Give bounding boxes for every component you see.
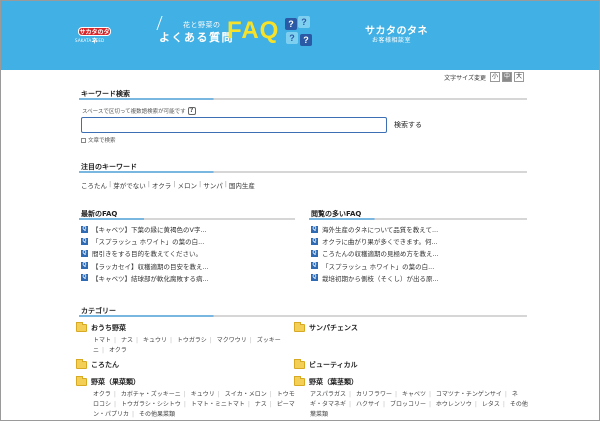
help-icon[interactable]: ? (187, 107, 196, 115)
category-yokei[interactable]: 野菜（葉茎類） (294, 376, 358, 387)
font-size-switcher: 文字サイズ変更 小 中 大 (444, 72, 524, 82)
category-item-link[interactable]: ホウレンソウ (436, 401, 472, 408)
faq-item[interactable]: Q 「スプラッシュ ホワイト」の葉の白... (81, 235, 209, 247)
faq-q-icon: Q (311, 249, 318, 257)
keyword-link[interactable]: サンパ (203, 180, 223, 190)
section-divider (79, 98, 527, 100)
faq-item[interactable]: Q 「スプラッシュ ホワイト」の葉の白... (311, 260, 439, 272)
faq-q-icon: Q (81, 274, 88, 282)
category-beautical[interactable]: ビューティカル (294, 359, 358, 370)
page-frame: サカタのタネ SAKATA SEED 花と野菜の よくある質問 FAQ ? ? … (0, 0, 600, 421)
faq-q-icon: Q (311, 237, 318, 245)
faq-q-icon: Q (81, 262, 88, 270)
category-item-link[interactable]: カリフラワー (356, 391, 392, 398)
faq-q-icon: Q (311, 262, 318, 270)
search-button[interactable]: 検索する (394, 120, 422, 130)
header-faq-title: FAQ (227, 17, 280, 44)
category-item-link[interactable]: キュウリ (143, 337, 167, 344)
keyword-link[interactable]: メロン (177, 180, 197, 190)
sentence-search-option[interactable]: 文章で検索 (81, 136, 116, 144)
category-item-link[interactable]: オクラ (93, 391, 111, 398)
latest-faq-list: Q 【キャベツ】下葉の縁に黄褐色のV字... Q 「スプラッシュ ホワイト」の葉の白… (81, 223, 209, 284)
faq-item[interactable]: Q 【ラッカセイ】収穫適期の目安を教え... (81, 260, 209, 272)
question-mark-icon: ? (300, 34, 312, 46)
question-mark-icon: ? (286, 32, 298, 44)
category-item-link[interactable]: キャベツ (402, 391, 426, 398)
keyword-search-input[interactable] (81, 117, 387, 133)
category-item-link[interactable]: ハクサイ (356, 401, 380, 408)
faq-item[interactable]: Q 海外生産のタネについて品質を教えて... (311, 223, 439, 235)
font-size-medium-button[interactable]: 中 (502, 72, 512, 82)
site-header: サカタのタネ SAKATA SEED 花と野菜の よくある質問 FAQ ? ? … (1, 1, 599, 70)
keyword-link[interactable]: 芽がでない (113, 180, 146, 190)
faq-q-icon: Q (81, 225, 88, 233)
faq-item[interactable]: Q 【キャベツ】結球部が軟化腐敗する病... (81, 272, 209, 284)
section-divider (79, 218, 295, 220)
category-item-link[interactable]: レタス (482, 401, 500, 408)
faq-item[interactable]: Q オクラに曲がり果が多くできます。何... (311, 235, 439, 247)
category-item-link[interactable]: コマツナ・チンゲンサイ (436, 391, 502, 398)
category-ouchi-yasai[interactable]: おうち野菜 (76, 322, 126, 333)
category-items: オクラ | カボチャ・ズッキーニ | キュウリ | スイカ・メロン | トウモロコシ | … (93, 391, 295, 418)
category-items: トマト | ナス | キュウリ | トウガラシ | マクワウリ | ズッキーニ | オクラ (93, 337, 281, 354)
category-korotan[interactable]: ころたん (76, 359, 119, 370)
brand-subtitle: お客様相談室 (372, 37, 412, 44)
category-item-link[interactable]: トマト (93, 337, 111, 344)
category-item-link[interactable]: カボチャ・ズッキーニ (121, 391, 181, 398)
search-hint: スペースで区切って複数語検索が可能です ? (82, 107, 196, 115)
faq-item[interactable]: Q 栽培初期から側枝（そくし）が出る原... (311, 272, 439, 284)
header-main-title: よくある質問 (159, 31, 234, 44)
category-item-link[interactable]: ブロッコリー (390, 401, 426, 408)
keyword-link[interactable]: オクラ (152, 180, 171, 190)
category-item-link[interactable]: トマト・ミニトマト (191, 401, 245, 408)
folder-icon (76, 322, 87, 332)
folder-icon (294, 359, 305, 369)
sentence-search-checkbox[interactable] (81, 137, 86, 143)
faq-q-icon: Q (81, 237, 88, 245)
folder-icon (294, 376, 305, 386)
faq-item[interactable]: Q ころたんの収穫適期の見極め方を教え... (311, 247, 439, 259)
faq-q-icon: Q (311, 274, 318, 282)
sakata-logo[interactable]: サカタのタネ (78, 27, 111, 45)
category-sunpatiens[interactable]: サンパチェンス (294, 322, 358, 333)
popular-faq-list: Q 海外生産のタネについて品質を教えて... Q オクラに曲がり果が多くできます。何… (311, 223, 439, 284)
category-item-link[interactable]: キュウリ (191, 391, 215, 398)
category-item-link[interactable]: ナス (121, 337, 133, 344)
question-mark-icon: ? (298, 16, 310, 28)
font-size-large-button[interactable]: 大 (514, 72, 524, 82)
faq-q-icon: Q (311, 225, 318, 233)
faq-q-icon: Q (81, 249, 88, 257)
category-items: アスパラガス | カリフラワー | キャベツ | コマツナ・チンゲンサイ | ネギ・タマ… (310, 391, 528, 418)
faq-item[interactable]: Q 【キャベツ】下葉の縁に黄褐色のV字... (81, 223, 209, 235)
category-item-link[interactable]: アスパラガス (310, 391, 346, 398)
keyword-link[interactable]: ころたん (81, 180, 107, 190)
font-size-small-button[interactable]: 小 (490, 72, 500, 82)
search-hint-text: スペースで区切って複数語検索が可能です (82, 109, 186, 115)
category-item-link[interactable]: その他果菜類 (139, 411, 175, 418)
category-item-link[interactable]: トウガラシ (177, 337, 207, 344)
keyword-link[interactable]: 国内生産 (229, 180, 255, 190)
font-size-label: 文字サイズ変更 (444, 74, 486, 82)
section-divider (309, 218, 527, 220)
folder-icon (76, 376, 87, 386)
section-divider (79, 315, 527, 317)
category-item-link[interactable]: オクラ (109, 347, 127, 354)
section-divider (79, 171, 527, 173)
category-kasai[interactable]: 野菜（果菜類） (76, 376, 140, 387)
featured-keywords: ころたん | 芽がでない | オクラ | メロン | サンパ | 国内生産 (81, 180, 255, 190)
sentence-search-label: 文章で検索 (88, 138, 116, 144)
category-item-link[interactable]: スイカ・メロン (225, 391, 267, 398)
logo-subtitle: SAKATA SEED (75, 38, 105, 43)
category-item-link[interactable]: マクワウリ (217, 337, 247, 344)
title-decoration (156, 16, 174, 30)
faq-item[interactable]: Q 間引きをする目的を教えてください。 (81, 247, 209, 259)
question-mark-icon: ? (285, 18, 297, 30)
folder-icon (76, 359, 87, 369)
category-item-link[interactable]: ナス (255, 401, 267, 408)
category-item-link[interactable]: トウガラシ・シシトウ (121, 401, 181, 408)
folder-icon (294, 322, 305, 332)
